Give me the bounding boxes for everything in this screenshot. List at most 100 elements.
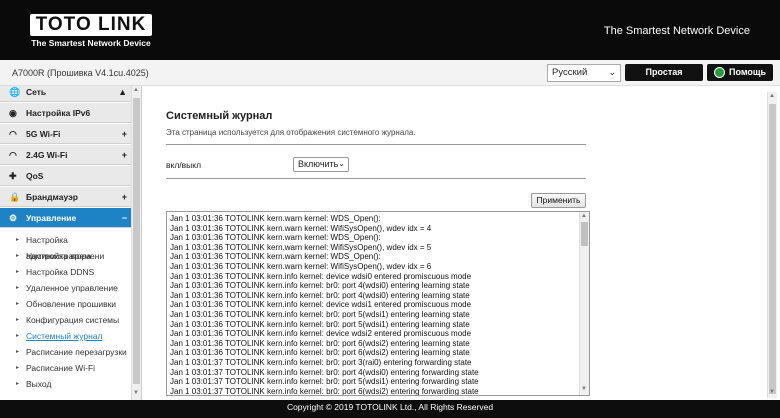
log-scroll-thumb[interactable] — [581, 222, 588, 246]
log-line: Jan 1 03:01:36 TOTOLINK kern.info kernel… — [170, 338, 470, 348]
sidebar-item-ipv6[interactable]: ◉ Настройка IPv6 — [0, 103, 132, 123]
sidebar-item-24g-wifi[interactable]: ◠ 2.4G Wi-Fi + — [0, 145, 132, 165]
log-line: Jan 1 03:01:36 TOTOLINK kern.warn kernel… — [170, 242, 432, 252]
sidebar-subitem-system-log[interactable]: ▸ Системный журнал — [0, 328, 132, 344]
help-button[interactable]: Помощь — [707, 64, 773, 81]
sidebar-subitem-label: Обновление прошивки — [26, 299, 117, 309]
sidebar-subitem-remote-management[interactable]: ▸ Удаленное управление — [0, 280, 132, 296]
log-line: Jan 1 03:01:36 TOTOLINK kern.warn kernel… — [170, 214, 381, 223]
footer: Copyright © 2019 TOTOLINK Ltd., All Righ… — [0, 400, 780, 418]
sidebar-subitem-label: Системный журнал — [26, 331, 103, 341]
log-line: Jan 1 03:01:37 TOTOLINK kern.info kernel… — [170, 386, 479, 396]
totolink-logo[interactable]: TOTO LINK The Smartest Network Device — [30, 14, 152, 48]
log-line: Jan 1 03:01:36 TOTOLINK kern.warn kernel… — [170, 261, 432, 271]
log-toggle-select[interactable]: Включить ⌄ — [293, 157, 349, 172]
scroll-down-icon[interactable]: ▼ — [769, 389, 775, 395]
bullet-icon: ▸ — [16, 285, 20, 291]
log-line: Jan 1 03:01:36 TOTOLINK kern.info kernel… — [170, 309, 470, 319]
wifi-icon: ◠ — [9, 150, 17, 160]
chevron-down-icon: ⌄ — [338, 159, 345, 168]
sidebar-subitem-time-settings[interactable]: ▸ Настройка времени — [0, 248, 132, 264]
sidebar-item-label: Брандмауэр — [26, 192, 78, 202]
language-value: Русский — [552, 67, 588, 78]
logo-subtitle: The Smartest Network Device — [31, 38, 151, 48]
sidebar-item-qos[interactable]: ✚ QoS — [0, 166, 132, 186]
page-description: Эта страница используется для отображени… — [166, 128, 416, 137]
log-line: Jan 1 03:01:36 TOTOLINK kern.warn kernel… — [170, 252, 381, 262]
expand-control-icon[interactable]: + — [122, 187, 127, 207]
logo-text: TOTO LINK — [30, 14, 152, 36]
sidebar-subitem-label: Настройка времени — [26, 251, 105, 261]
sidebar-subitem-label: Удаленное управление — [26, 283, 118, 293]
sidebar-item-network[interactable]: 🌐 Сеть ▲ — [0, 86, 132, 102]
expand-control-icon[interactable]: + — [122, 145, 127, 165]
bullet-icon: ▸ — [16, 365, 20, 371]
scroll-down-icon[interactable]: ▼ — [581, 386, 587, 392]
log-line: Jan 1 03:01:36 TOTOLINK kern.warn kernel… — [170, 223, 432, 233]
wifi-icon: ◠ — [9, 129, 17, 139]
log-line: Jan 1 03:01:36 TOTOLINK kern.info kernel… — [170, 290, 470, 300]
lock-icon: 🔒 — [9, 192, 21, 202]
language-select[interactable]: Русский ⌄ — [547, 64, 621, 82]
log-line: Jan 1 03:01:37 TOTOLINK kern.info kernel… — [170, 377, 479, 387]
sidebar-subitem-label: Расписание Wi-Fi — [26, 363, 96, 373]
log-lines: Jan 1 03:01:36 TOTOLINK kern.warn kernel… — [170, 214, 575, 396]
sidebar-subitem-ddns[interactable]: ▸ Настройка DDNS — [0, 264, 132, 280]
scroll-up-icon[interactable]: ▲ — [581, 213, 587, 219]
gear-icon: ⚙ — [9, 213, 18, 223]
qos-icon: ✚ — [9, 171, 17, 181]
sidebar-scroll-thumb[interactable] — [133, 98, 140, 384]
log-line: Jan 1 03:01:36 TOTOLINK kern.info kernel… — [170, 348, 470, 358]
divider — [166, 144, 586, 145]
sidebar-item-label: Управление — [26, 213, 77, 223]
scroll-down-icon[interactable]: ▼ — [133, 390, 139, 396]
sidebar-subitem-label: Конфигурация системы — [26, 315, 120, 325]
sidebar-subitem-wifi-schedule[interactable]: ▸ Расписание Wi-Fi — [0, 360, 132, 376]
help-label: Помощь — [728, 67, 766, 77]
router-admin-page: TOTO LINK The Smartest Network Device Th… — [0, 0, 780, 418]
sidebar-subitem-firmware-update[interactable]: ▸ Обновление прошивки — [0, 296, 132, 312]
log-line: Jan 1 03:01:36 TOTOLINK kern.info kernel… — [170, 300, 472, 310]
top-bar: A7000R (Прошивка V4.1cu.4025) Русский ⌄ … — [0, 60, 780, 94]
expand-control-icon[interactable]: ▲ — [118, 86, 127, 102]
sidebar-item-label: 2.4G Wi-Fi — [26, 150, 68, 160]
log-line: Jan 1 03:01:36 TOTOLINK kern.info kernel… — [170, 329, 472, 339]
system-log-textarea[interactable]: Jan 1 03:01:36 TOTOLINK kern.warn kernel… — [166, 211, 590, 396]
log-line: Jan 1 03:01:36 TOTOLINK kern.info kernel… — [170, 271, 472, 281]
sidebar-scrollbar[interactable]: ▲ ▼ — [131, 86, 141, 400]
divider — [166, 178, 586, 179]
page-title: Системный журнал — [166, 110, 273, 122]
sidebar-item-management[interactable]: ⚙ Управление − — [0, 208, 132, 228]
log-line: Jan 1 03:01:37 TOTOLINK kern.info kernel… — [170, 367, 479, 377]
sidebar-item-label: 5G Wi-Fi — [26, 129, 61, 139]
sidebar-subitem-label: Настройка DDNS — [26, 267, 95, 277]
content-scrollbar[interactable]: ▲ ▼ — [767, 92, 777, 398]
sidebar-item-firewall[interactable]: 🔒 Брандмауэр + — [0, 187, 132, 207]
header: TOTO LINK The Smartest Network Device Th… — [0, 0, 780, 60]
sidebar-subitem-label: Расписание перезагрузки — [26, 347, 127, 357]
scroll-up-icon[interactable]: ▲ — [769, 93, 775, 99]
easy-setup-button[interactable]: Простая установка — [625, 64, 703, 94]
log-scrollbar[interactable]: ▲ ▼ — [579, 212, 589, 395]
log-line: Jan 1 03:01:36 TOTOLINK kern.info kernel… — [170, 281, 470, 291]
sidebar-subitem-admin-settings[interactable]: ▸ Настройка администратора — [0, 232, 132, 261]
chevron-down-icon: ⌄ — [608, 67, 616, 77]
scroll-up-icon[interactable]: ▲ — [133, 87, 139, 93]
sidebar-subitem-reboot-schedule[interactable]: ▸ Расписание перезагрузки — [0, 344, 132, 360]
bullet-icon: ▸ — [16, 381, 20, 387]
log-toggle-label: вкл/выкл — [166, 160, 202, 170]
main-content: Системный журнал Эта страница использует… — [142, 86, 780, 400]
bullet-icon: ▸ — [16, 301, 20, 307]
apply-button[interactable]: Применить — [531, 193, 586, 208]
log-toggle-value: Включить — [298, 159, 339, 169]
expand-control-icon[interactable]: + — [122, 124, 127, 144]
content-scroll-thumb[interactable] — [769, 104, 776, 394]
help-icon — [713, 67, 725, 79]
sidebar-subitem-logout[interactable]: ▸ Выход — [0, 376, 132, 392]
bullet-icon: ▸ — [16, 317, 20, 323]
collapse-control-icon[interactable]: − — [122, 208, 127, 228]
bullet-icon: ▸ — [16, 333, 20, 339]
sidebar-item-label: QoS — [26, 171, 44, 181]
sidebar-item-5g-wifi[interactable]: ◠ 5G Wi-Fi + — [0, 124, 132, 144]
sidebar-subitem-system-config[interactable]: ▸ Конфигурация системы — [0, 312, 132, 328]
